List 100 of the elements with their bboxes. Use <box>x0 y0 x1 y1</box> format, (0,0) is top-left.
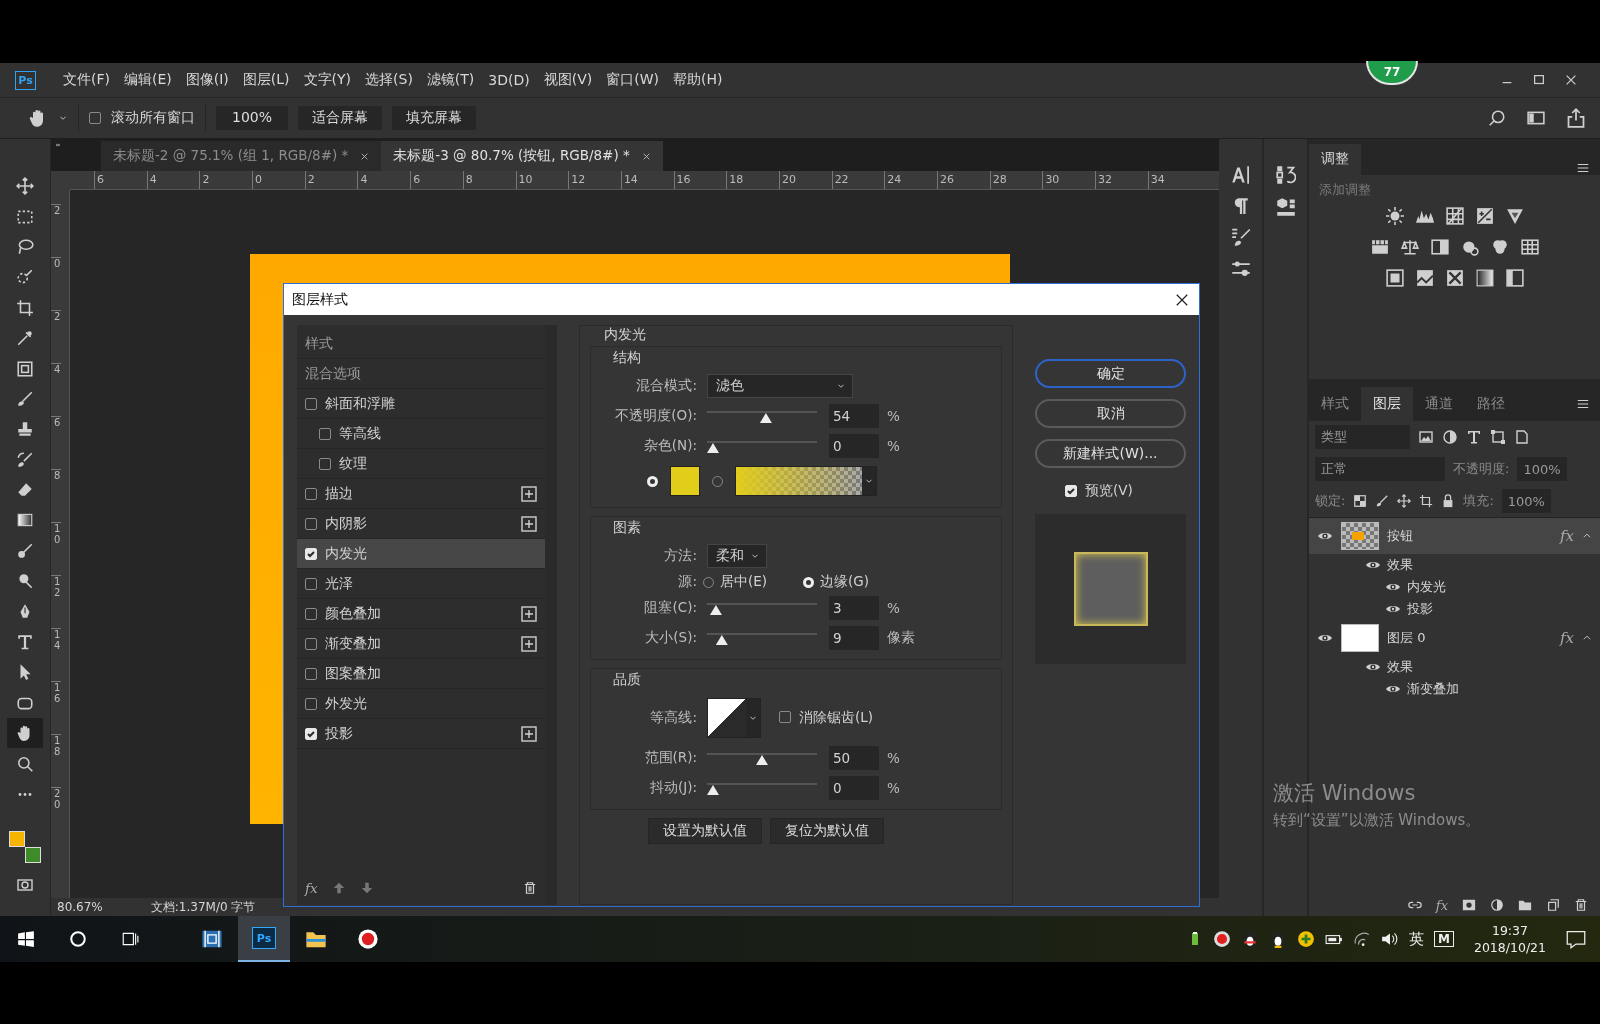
option-button[interactable]: 填充屏幕 <box>392 106 477 130</box>
menu-item[interactable]: 3D(D) <box>481 72 537 88</box>
smart-object-icon[interactable] <box>1514 429 1530 445</box>
record-icon[interactable] <box>1213 930 1231 948</box>
background-color-swatch[interactable] <box>25 847 41 864</box>
brightness-icon[interactable] <box>1385 207 1404 225</box>
brush-icon[interactable] <box>1375 494 1390 508</box>
down-arrow-icon[interactable] <box>359 881 374 895</box>
checkbox[interactable] <box>305 607 317 620</box>
trash-icon[interactable] <box>1574 898 1588 912</box>
tool-button[interactable] <box>7 718 43 749</box>
adjustment-icon[interactable] <box>1442 429 1458 445</box>
image-icon[interactable] <box>1418 429 1434 445</box>
grid-icon[interactable] <box>1520 238 1539 256</box>
task-view-icon[interactable] <box>121 930 139 948</box>
dialog-button[interactable]: 新建样式(W)... <box>1035 439 1186 468</box>
foreground-color-swatch[interactable] <box>9 831 25 848</box>
value-field[interactable]: 0 <box>829 776 879 800</box>
effects-mark[interactable]: fx <box>1435 897 1448 913</box>
character-icon[interactable] <box>1230 165 1251 185</box>
sliders-icon[interactable] <box>1230 259 1251 279</box>
blend-mode-dropdown[interactable]: 正常 <box>1315 457 1445 481</box>
checkbox[interactable] <box>305 577 317 590</box>
slider-thumb[interactable] <box>707 443 719 453</box>
color-swatch[interactable] <box>670 466 700 496</box>
input-mode-indicator[interactable]: M <box>1434 931 1454 947</box>
wifi-icon[interactable] <box>1353 930 1371 948</box>
layer-row[interactable]: 按钮 fx <box>1309 518 1600 554</box>
default-button[interactable]: 设置为默认值 <box>648 818 762 844</box>
add-icon[interactable] <box>521 635 537 652</box>
checkbox[interactable] <box>305 517 317 530</box>
menu-item[interactable]: 文件(F) <box>56 71 117 89</box>
penguin-icon[interactable] <box>1269 930 1287 948</box>
checkbox[interactable] <box>305 667 317 680</box>
slider-track[interactable] <box>707 751 817 765</box>
menu-icon[interactable] <box>1576 161 1590 175</box>
mask-icon[interactable] <box>1462 898 1476 912</box>
speaker-icon[interactable] <box>1381 930 1399 948</box>
search-icon[interactable] <box>1488 109 1506 127</box>
menu-item[interactable]: 图层(L) <box>235 71 297 89</box>
method-dropdown[interactable]: 柔和 <box>707 544 767 568</box>
clock[interactable]: 19:37 2018/10/21 <box>1473 922 1546 956</box>
penguin-icon[interactable] <box>1241 930 1259 948</box>
slider-thumb[interactable] <box>756 755 768 765</box>
blend-mode-dropdown[interactable]: 滤色 <box>707 374 853 398</box>
slider-thumb[interactable] <box>759 413 772 423</box>
layer-effect[interactable]: 效果 <box>1387 556 1413 574</box>
share-icon[interactable] <box>1566 108 1586 128</box>
menu-item[interactable]: 文字(Y) <box>296 71 359 89</box>
value-field[interactable]: 0 <box>829 434 879 458</box>
slider-track[interactable] <box>707 601 817 615</box>
menu-item[interactable]: 选择(S) <box>358 71 420 89</box>
panel-tab[interactable]: 通道 <box>1413 387 1465 421</box>
menu-item[interactable]: 滤镜(T) <box>419 71 482 89</box>
menu-item[interactable]: 图像(I) <box>178 71 236 89</box>
filter-dropdown[interactable]: 类型 <box>1315 425 1410 449</box>
quick-mask-icon[interactable] <box>16 877 34 894</box>
menu-icon[interactable] <box>1576 397 1590 411</box>
checkbox[interactable] <box>89 112 101 124</box>
checkbox[interactable] <box>319 457 331 470</box>
plus-icon[interactable] <box>1297 930 1315 948</box>
menu-item[interactable]: 帮助(H) <box>666 71 730 89</box>
value-field[interactable]: 9 <box>829 626 879 650</box>
search-icon[interactable] <box>69 930 87 948</box>
lock-pixels-icon[interactable] <box>1353 494 1368 508</box>
effects-button[interactable]: fx <box>305 880 318 896</box>
menu-item[interactable]: 编辑(E) <box>117 71 179 89</box>
style-list-item[interactable]: 样式 <box>297 329 545 359</box>
slider-thumb[interactable] <box>709 605 722 615</box>
photoshop-taskbar-icon[interactable]: Ps <box>252 927 276 949</box>
panel-tab[interactable]: 样式 <box>1309 387 1361 421</box>
slider-track[interactable] <box>707 631 817 645</box>
default-button[interactable]: 复位为默认值 <box>770 818 884 844</box>
maximize-icon[interactable] <box>1532 73 1546 87</box>
transform-icon[interactable] <box>1490 429 1506 445</box>
threshold-icon[interactable] <box>1445 269 1464 287</box>
chevron-icon[interactable] <box>1582 633 1592 643</box>
layer-row[interactable]: 图层 0 fx <box>1309 620 1600 656</box>
slider-track[interactable] <box>707 409 817 423</box>
document-tab[interactable]: 未标题-3 @ 80.7% (按钮, RGB/8#) * <box>381 141 663 171</box>
crop-icon[interactable] <box>1419 494 1434 508</box>
trash-icon[interactable] <box>523 881 537 895</box>
slider-track[interactable] <box>707 781 817 795</box>
record-icon[interactable] <box>357 928 379 950</box>
panel-tab[interactable]: 图层 <box>1361 387 1413 421</box>
slider-track[interactable] <box>707 439 817 453</box>
workspace-icon[interactable] <box>1526 109 1546 127</box>
checkbox[interactable] <box>319 427 331 440</box>
contour-picker[interactable] <box>707 698 761 738</box>
layer-effect[interactable]: 投影 <box>1407 600 1433 618</box>
notification-icon[interactable] <box>1566 929 1586 949</box>
layer-effect[interactable]: 渐变叠加 <box>1407 680 1459 698</box>
slider-thumb[interactable] <box>707 785 719 795</box>
checkbox[interactable] <box>305 697 317 710</box>
type-icon[interactable] <box>1466 429 1482 445</box>
value-field[interactable]: 50 <box>829 746 879 770</box>
contrast-square-icon[interactable] <box>1430 238 1449 256</box>
folder-icon[interactable] <box>1518 898 1532 912</box>
opacity-field[interactable]: 100% <box>1517 457 1567 481</box>
add-icon[interactable] <box>521 485 537 502</box>
